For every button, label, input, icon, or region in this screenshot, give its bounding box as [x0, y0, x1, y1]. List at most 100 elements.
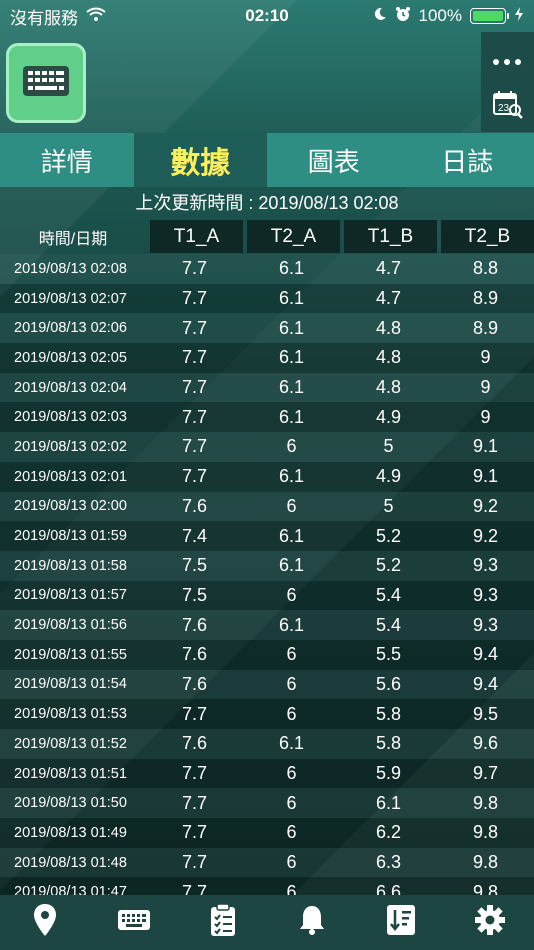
cell-time: 2019/08/13 01:52	[14, 735, 127, 752]
alarm-icon	[395, 6, 411, 27]
header-t1a: T1_A	[150, 220, 243, 253]
table-row: 2019/08/13 02:07 7.7 6.1 4.7 8.9	[0, 283, 534, 314]
carrier-label: 沒有服務	[10, 8, 78, 28]
table-row: 2019/08/13 01:48 7.7 6 6.3 9.8	[0, 847, 534, 878]
last-update-text: 上次更新時間 : 2019/08/13 02:08	[0, 187, 534, 219]
tab-chart[interactable]: 圖表	[267, 133, 401, 187]
cell-value: 7.7	[181, 763, 208, 784]
cell-value: 6.1	[278, 347, 305, 368]
calendar-search-icon[interactable]: 23	[492, 90, 524, 125]
cell-time: 2019/08/13 01:56	[14, 617, 127, 634]
table-row: 2019/08/13 02:08 7.7 6.1 4.7 8.8	[0, 254, 534, 284]
cell-value: 6	[286, 644, 297, 665]
cell-value: 7.7	[181, 288, 208, 309]
cell-value: 9	[480, 406, 491, 427]
cell-time: 2019/08/13 01:50	[14, 795, 127, 812]
cell-value: 7.6	[181, 733, 208, 754]
cell-value: 7.7	[181, 466, 208, 487]
table-row: 2019/08/13 01:49 7.7 6 6.2 9.8	[0, 818, 534, 848]
table-row: 2019/08/13 01:51 7.7 6 5.9 9.7	[0, 758, 534, 789]
tab-log[interactable]: 日誌	[400, 133, 534, 187]
cell-value: 7.6	[181, 495, 208, 516]
cell-value: 6.1	[375, 792, 402, 813]
cell-value: 4.9	[375, 406, 402, 427]
cell-value: 9	[480, 347, 491, 368]
cell-time: 2019/08/13 02:04	[14, 379, 127, 396]
gear-icon	[474, 904, 506, 941]
cell-value: 8.8	[472, 258, 499, 279]
cell-time: 2019/08/13 01:57	[14, 587, 127, 604]
cell-value: 7.7	[181, 406, 208, 427]
cell-value: 6.2	[375, 822, 402, 843]
cell-time: 2019/08/13 01:48	[14, 854, 127, 871]
cell-value: 9	[480, 377, 491, 398]
cell-value: 4.8	[375, 317, 402, 338]
tab-data[interactable]: 數據	[133, 133, 267, 187]
more-icon[interactable]	[492, 48, 522, 66]
table-row: 2019/08/13 02:00 7.6 6 5 9.2	[0, 491, 534, 522]
cell-value: 7.6	[181, 644, 208, 665]
cell-time: 2019/08/13 01:53	[14, 706, 127, 723]
nav-notifications[interactable]	[282, 898, 342, 948]
tab-details[interactable]: 詳情	[0, 133, 134, 187]
cell-value: 9.2	[472, 525, 499, 546]
battery-icon	[470, 8, 509, 24]
cell-time: 2019/08/13 01:55	[14, 646, 127, 663]
nav-location[interactable]	[15, 898, 75, 948]
nav-sort[interactable]	[371, 898, 431, 948]
cell-value: 7.6	[181, 614, 208, 635]
cell-value: 9.1	[472, 466, 499, 487]
data-table: 時間/日期 T1_A T2_A T1_B T2_B 2019/08/13 02:…	[0, 219, 534, 908]
nav-settings[interactable]	[460, 898, 520, 948]
cell-value: 6	[286, 822, 297, 843]
table-header: 時間/日期 T1_A T2_A T1_B T2_B	[0, 219, 534, 254]
nav-clipboard[interactable]	[193, 898, 253, 948]
cell-value: 6.1	[278, 466, 305, 487]
keyboard-button[interactable]	[6, 43, 86, 123]
table-row: 2019/08/13 01:54 7.6 6 5.6 9.4	[0, 669, 534, 700]
cell-value: 6	[286, 495, 297, 516]
cell-time: 2019/08/13 02:06	[14, 320, 127, 337]
cell-time: 2019/08/13 01:49	[14, 824, 127, 841]
cell-time: 2019/08/13 01:58	[14, 557, 127, 574]
status-bar: 沒有服務 02:10 100%	[0, 0, 534, 32]
cell-value: 5.2	[375, 525, 402, 546]
table-row: 2019/08/13 01:58 7.5 6.1 5.2 9.3	[0, 550, 534, 581]
table-row: 2019/08/13 01:57 7.5 6 5.4 9.3	[0, 580, 534, 611]
table-row: 2019/08/13 01:59 7.4 6.1 5.2 9.2	[0, 521, 534, 551]
battery-percent: 100%	[418, 6, 462, 25]
cell-time: 2019/08/13 01:59	[14, 528, 127, 545]
bottom-nav	[0, 895, 534, 950]
moon-icon	[373, 6, 387, 26]
cell-value: 6	[286, 703, 297, 724]
cell-value: 7.7	[181, 436, 208, 457]
header-right-panel: 23	[481, 32, 534, 132]
cell-value: 7.7	[181, 822, 208, 843]
table-row: 2019/08/13 02:01 7.7 6.1 4.9 9.1	[0, 461, 534, 492]
header: 23	[0, 32, 534, 132]
cell-value: 6	[286, 436, 297, 457]
cell-value: 6.1	[278, 555, 305, 576]
header-t1b: T1_B	[344, 220, 437, 253]
cell-value: 9.2	[472, 495, 499, 516]
svg-text:23: 23	[498, 103, 510, 114]
cell-value: 5.6	[375, 673, 402, 694]
cell-value: 6.1	[278, 406, 305, 427]
cell-value: 6.1	[278, 525, 305, 546]
table-row: 2019/08/13 01:52 7.6 6.1 5.8 9.6	[0, 729, 534, 759]
cell-value: 4.7	[375, 258, 402, 279]
cell-value: 8.9	[472, 288, 499, 309]
cell-value: 9.8	[472, 792, 499, 813]
cell-value: 7.7	[181, 792, 208, 813]
cell-value: 9.6	[472, 733, 499, 754]
cell-value: 7.6	[181, 673, 208, 694]
cell-value: 5.4	[375, 614, 402, 635]
cell-value: 4.8	[375, 347, 402, 368]
sort-list-icon	[386, 904, 416, 941]
table-row: 2019/08/13 01:50 7.7 6 6.1 9.8	[0, 788, 534, 819]
cell-time: 2019/08/13 01:54	[14, 676, 127, 693]
nav-keyboard[interactable]	[104, 898, 164, 948]
cell-value: 6.1	[278, 288, 305, 309]
cell-value: 7.7	[181, 347, 208, 368]
cell-value: 9.4	[472, 644, 499, 665]
